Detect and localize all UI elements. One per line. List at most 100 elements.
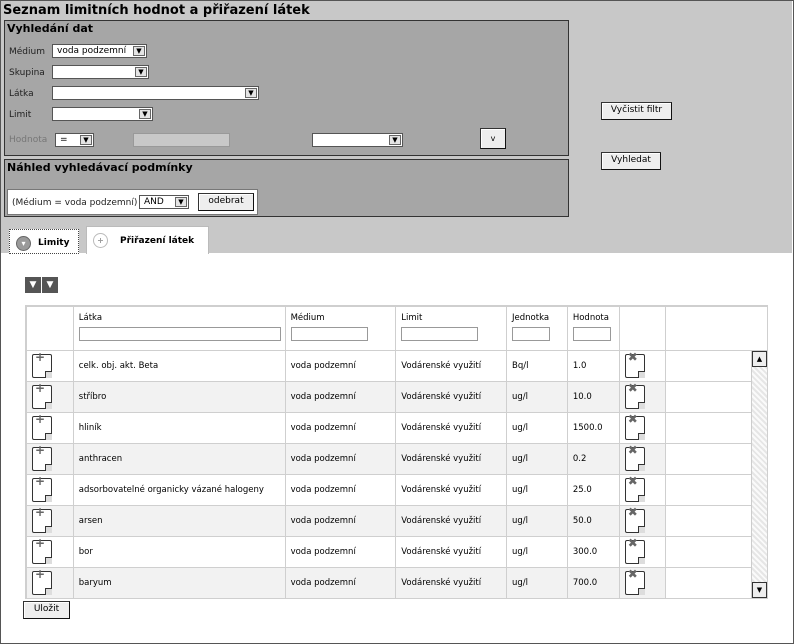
substance-cell: stříbro <box>72 381 286 413</box>
unit-cell: ug/l <box>506 505 568 537</box>
logic-select[interactable]: AND ▼ <box>139 195 189 209</box>
substance-cell: bor <box>72 536 286 568</box>
limit-select[interactable]: ▼ <box>52 107 153 121</box>
medium-filter-input[interactable] <box>290 327 368 341</box>
chevron-down-icon[interactable]: ▼ <box>389 135 401 145</box>
medium-label: Médium <box>9 47 45 57</box>
value-cell: 700.0 <box>566 567 620 598</box>
delete-document-icon[interactable]: ✖ <box>624 414 645 440</box>
delete-cell: ✖ <box>618 567 666 598</box>
chevron-down-icon[interactable]: ▼ <box>139 109 151 119</box>
limit-cell: Vodárenské využití <box>395 350 508 382</box>
edit-document-icon[interactable]: + <box>32 414 52 440</box>
edit-document-icon[interactable]: + <box>32 352 52 378</box>
limit-filter-input[interactable] <box>401 327 479 341</box>
unit-cell: Bq/l <box>506 350 568 382</box>
substance-select[interactable]: ▼ <box>52 86 259 100</box>
chevron-down-icon[interactable]: ▼ <box>175 197 187 207</box>
value-cell: 10.0 <box>566 381 620 413</box>
data-grid: Látka Médium Limit Jednotka Hodnota + cel… <box>25 305 768 599</box>
medium-cell: voda podzemní <box>284 567 397 598</box>
edit-cell: + <box>26 536 74 568</box>
edit-document-icon[interactable]: + <box>32 569 52 595</box>
delete-cell: ✖ <box>618 412 666 444</box>
delete-document-icon[interactable]: ✖ <box>624 507 645 533</box>
delete-document-icon[interactable]: ✖ <box>624 383 645 409</box>
delete-cell: ✖ <box>618 505 666 537</box>
unit-cell: ug/l <box>506 474 568 506</box>
save-button[interactable]: Uložit <box>23 601 70 619</box>
table-row: + baryum voda podzemní Vodárenské využití ug… <box>26 567 767 598</box>
medium-select[interactable]: voda podzemní ▼ <box>52 44 147 58</box>
substance-cell: arsen <box>72 505 286 537</box>
unit-filter-input[interactable] <box>512 327 551 341</box>
edit-document-icon[interactable]: + <box>32 538 52 564</box>
scroll-down-icon[interactable]: ▼ <box>752 582 767 598</box>
medium-select-value: voda podzemní <box>57 46 127 56</box>
edit-cell: + <box>26 381 74 413</box>
edit-document-icon[interactable]: + <box>32 507 52 533</box>
tab-limity[interactable]: ▾ Limity <box>9 229 79 254</box>
value-filter-input[interactable] <box>572 327 611 341</box>
delete-document-icon[interactable]: ✖ <box>624 445 645 471</box>
value-cell: 50.0 <box>566 505 620 537</box>
substance-filter-input[interactable] <box>78 327 281 341</box>
table-header-row: Látka Médium Limit Jednotka Hodnota <box>26 306 767 351</box>
add-condition-button[interactable]: v <box>480 128 506 149</box>
table-row: + bor voda podzemní Vodárenské využití ug/l 3… <box>26 536 767 568</box>
value-cell: 25.0 <box>566 474 620 506</box>
substance-cell: adsorbovatelné organicky vázané halogeny <box>72 474 286 506</box>
value-cell: 300.0 <box>566 536 620 568</box>
minus-circle-icon: ▾ <box>16 236 31 251</box>
edit-document-icon[interactable]: + <box>32 476 52 502</box>
vertical-scrollbar[interactable]: ▲ ▼ <box>751 351 767 598</box>
edit-cell: + <box>26 505 74 537</box>
delete-document-icon[interactable]: ✖ <box>624 538 645 564</box>
edit-cell: + <box>26 350 74 382</box>
search-button[interactable]: Vyhledat <box>601 152 661 170</box>
chevron-down-icon[interactable]: ▼ <box>133 46 145 56</box>
substance-label: Látka <box>9 89 34 99</box>
filter-clear-icon[interactable]: ▼ <box>42 277 58 293</box>
unit-cell: ug/l <box>506 443 568 475</box>
filter-icon[interactable]: ▼ <box>25 277 41 293</box>
delete-document-icon[interactable]: ✖ <box>624 476 645 502</box>
delete-document-icon[interactable]: ✖ <box>624 569 645 595</box>
substance-cell: anthracen <box>72 443 286 475</box>
edit-document-icon[interactable]: + <box>32 445 52 471</box>
delete-cell: ✖ <box>618 350 666 382</box>
plus-circle-icon: + <box>93 233 108 248</box>
value-cell: 0.2 <box>566 443 620 475</box>
chevron-down-icon[interactable]: ▼ <box>245 88 257 98</box>
tab-prirazeni-latek[interactable]: + Přiřazení látek <box>86 226 209 254</box>
group-select[interactable]: ▼ <box>52 65 149 79</box>
limit-cell: Vodárenské využití <box>395 412 508 444</box>
clear-filter-button[interactable]: Vyčistit filtr <box>601 102 672 120</box>
unit-cell: ug/l <box>506 381 568 413</box>
value-input[interactable] <box>133 133 230 147</box>
edit-cell: + <box>26 567 74 598</box>
remove-condition-button[interactable]: odebrat <box>198 193 254 211</box>
delete-cell: ✖ <box>618 474 666 506</box>
preview-panel: Náhled vyhledávací podmínky (Médium = vo… <box>4 159 569 217</box>
preview-panel-title: Náhled vyhledávací podmínky <box>7 161 193 174</box>
scroll-up-icon[interactable]: ▲ <box>752 351 767 367</box>
edit-document-icon[interactable]: + <box>32 383 52 409</box>
table-body: + celk. obj. akt. Beta voda podzemní Vodáre… <box>26 350 767 598</box>
data-table: Látka Médium Limit Jednotka Hodnota + cel… <box>26 306 767 598</box>
table-row: + celk. obj. akt. Beta voda podzemní Vodáre… <box>26 350 767 382</box>
table-row: + anthracen voda podzemní Vodárenské využit… <box>26 443 767 475</box>
delete-document-icon[interactable]: ✖ <box>624 352 645 378</box>
value-select[interactable]: ▼ <box>312 133 403 147</box>
header-limit: Limit <box>395 306 508 351</box>
value-cell: 1.0 <box>566 350 620 382</box>
tab-limity-label: Limity <box>38 238 70 248</box>
operator-select[interactable]: = ▼ <box>55 133 94 147</box>
header-value: Hodnota <box>566 306 620 351</box>
medium-cell: voda podzemní <box>284 474 397 506</box>
chevron-down-icon[interactable]: ▼ <box>80 135 92 145</box>
chevron-down-icon[interactable]: ▼ <box>135 67 147 77</box>
limit-cell: Vodárenské využití <box>395 567 508 598</box>
limit-cell: Vodárenské využití <box>395 505 508 537</box>
table-row: + arsen voda podzemní Vodárenské využití ug/… <box>26 505 767 537</box>
